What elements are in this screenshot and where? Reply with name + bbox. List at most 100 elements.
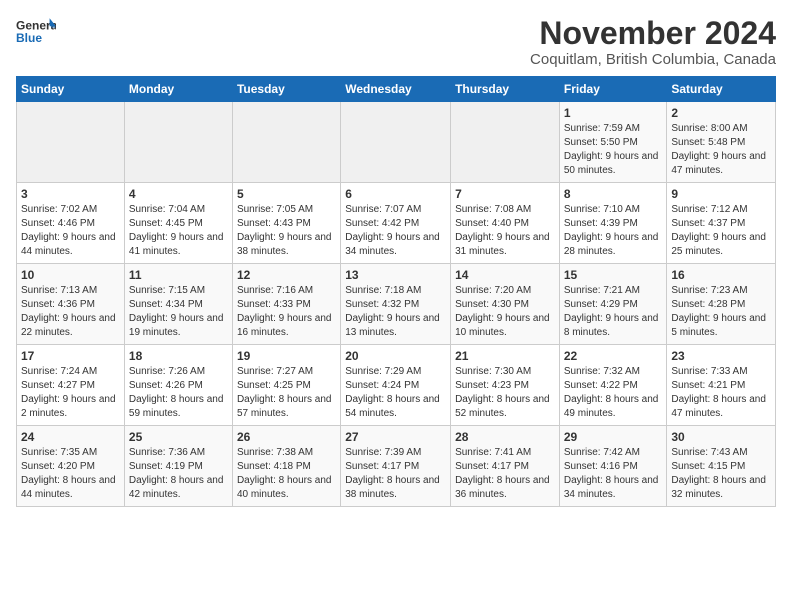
calendar-cell: 26Sunrise: 7:38 AM Sunset: 4:18 PM Dayli… [232, 426, 340, 507]
day-number: 9 [671, 187, 771, 201]
calendar-day-header: Monday [124, 77, 232, 102]
calendar-table: SundayMondayTuesdayWednesdayThursdayFrid… [16, 76, 776, 507]
day-info: Sunrise: 7:32 AM Sunset: 4:22 PM Dayligh… [564, 365, 663, 421]
calendar-cell [124, 102, 232, 183]
day-info: Sunrise: 7:27 AM Sunset: 4:25 PM Dayligh… [237, 365, 336, 421]
day-info: Sunrise: 7:41 AM Sunset: 4:17 PM Dayligh… [455, 446, 555, 502]
day-number: 11 [129, 268, 228, 282]
calendar-cell [341, 102, 451, 183]
calendar-cell: 14 Sunrise: 7:20 AM Sunset: 4:30 PM Dayli… [451, 264, 560, 345]
day-info: Sunrise: 7:13 AM Sunset: 4:36 PM Dayligh… [21, 284, 120, 340]
day-info: Sunrise: 7:16 AM Sunset: 4:33 PM Dayligh… [237, 284, 336, 340]
day-number: 24 [21, 430, 120, 444]
calendar-week-row: 24 Sunrise: 7:35 AM Sunset: 4:20 PM Dayli… [17, 426, 776, 507]
page-header: General Blue November 2024 Coquitlam, Br… [16, 16, 776, 68]
day-number: 28 [455, 430, 555, 444]
day-info: Sunrise: 7:43 AM Sunset: 4:15 PM Dayligh… [671, 446, 771, 502]
calendar-cell: 19 Sunrise: 7:27 AM Sunset: 4:25 PM Dayli… [232, 345, 340, 426]
calendar-cell: 4 Sunrise: 7:04 AM Sunset: 4:45 PM Daylig… [124, 183, 232, 264]
month-year-title: November 2024 [530, 16, 776, 51]
day-number: 3 [21, 187, 120, 201]
calendar-cell [17, 102, 125, 183]
calendar-cell: 1Sunrise: 7:59 AM Sunset: 5:50 PM Daylig… [559, 102, 667, 183]
day-number: 22 [564, 349, 663, 363]
day-info: Sunrise: 7:21 AM Sunset: 4:29 PM Dayligh… [564, 284, 663, 340]
calendar-cell: 30Sunrise: 7:43 AM Sunset: 4:15 PM Dayli… [667, 426, 776, 507]
day-info: Sunrise: 7:33 AM Sunset: 4:21 PM Dayligh… [671, 365, 771, 421]
calendar-cell: 13 Sunrise: 7:18 AM Sunset: 4:32 PM Dayli… [341, 264, 451, 345]
day-info: Sunrise: 7:26 AM Sunset: 4:26 PM Dayligh… [129, 365, 228, 421]
calendar-cell: 16Sunrise: 7:23 AM Sunset: 4:28 PM Dayli… [667, 264, 776, 345]
calendar-cell: 29 Sunrise: 7:42 AM Sunset: 4:16 PM Dayli… [559, 426, 667, 507]
day-number: 13 [345, 268, 446, 282]
calendar-cell: 20Sunrise: 7:29 AM Sunset: 4:24 PM Dayli… [341, 345, 451, 426]
day-info: Sunrise: 7:39 AM Sunset: 4:17 PM Dayligh… [345, 446, 446, 502]
day-info: Sunrise: 7:12 AM Sunset: 4:37 PM Dayligh… [671, 203, 771, 259]
day-info: Sunrise: 7:02 AM Sunset: 4:46 PM Dayligh… [21, 203, 120, 259]
calendar-day-header: Saturday [667, 77, 776, 102]
calendar-cell: 12 Sunrise: 7:16 AM Sunset: 4:33 PM Dayli… [232, 264, 340, 345]
calendar-header-row: SundayMondayTuesdayWednesdayThursdayFrid… [17, 77, 776, 102]
day-number: 21 [455, 349, 555, 363]
day-number: 5 [237, 187, 336, 201]
day-info: Sunrise: 7:36 AM Sunset: 4:19 PM Dayligh… [129, 446, 228, 502]
calendar-cell: 27 Sunrise: 7:39 AM Sunset: 4:17 PM Dayli… [341, 426, 451, 507]
location-subtitle: Coquitlam, British Columbia, Canada [530, 51, 776, 68]
calendar-cell: 23Sunrise: 7:33 AM Sunset: 4:21 PM Dayli… [667, 345, 776, 426]
day-number: 4 [129, 187, 228, 201]
day-info: Sunrise: 7:59 AM Sunset: 5:50 PM Dayligh… [564, 122, 663, 178]
day-number: 7 [455, 187, 555, 201]
calendar-cell: 5Sunrise: 7:05 AM Sunset: 4:43 PM Daylig… [232, 183, 340, 264]
calendar-cell [232, 102, 340, 183]
day-info: Sunrise: 7:10 AM Sunset: 4:39 PM Dayligh… [564, 203, 663, 259]
calendar-cell: 10Sunrise: 7:13 AM Sunset: 4:36 PM Dayli… [17, 264, 125, 345]
day-number: 8 [564, 187, 663, 201]
day-number: 19 [237, 349, 336, 363]
calendar-cell: 21 Sunrise: 7:30 AM Sunset: 4:23 PM Dayli… [451, 345, 560, 426]
day-info: Sunrise: 7:23 AM Sunset: 4:28 PM Dayligh… [671, 284, 771, 340]
day-info: Sunrise: 7:30 AM Sunset: 4:23 PM Dayligh… [455, 365, 555, 421]
day-info: Sunrise: 7:15 AM Sunset: 4:34 PM Dayligh… [129, 284, 228, 340]
calendar-cell: 24 Sunrise: 7:35 AM Sunset: 4:20 PM Dayli… [17, 426, 125, 507]
day-number: 2 [671, 106, 771, 120]
calendar-week-row: 17 Sunrise: 7:24 AM Sunset: 4:27 PM Dayli… [17, 345, 776, 426]
day-info: Sunrise: 7:35 AM Sunset: 4:20 PM Dayligh… [21, 446, 120, 502]
calendar-week-row: 10Sunrise: 7:13 AM Sunset: 4:36 PM Dayli… [17, 264, 776, 345]
calendar-cell: 11 Sunrise: 7:15 AM Sunset: 4:34 PM Dayli… [124, 264, 232, 345]
day-info: Sunrise: 7:18 AM Sunset: 4:32 PM Dayligh… [345, 284, 446, 340]
calendar-cell: 28 Sunrise: 7:41 AM Sunset: 4:17 PM Dayli… [451, 426, 560, 507]
calendar-week-row: 1Sunrise: 7:59 AM Sunset: 5:50 PM Daylig… [17, 102, 776, 183]
calendar-cell: 15 Sunrise: 7:21 AM Sunset: 4:29 PM Dayli… [559, 264, 667, 345]
day-number: 6 [345, 187, 446, 201]
calendar-cell: 18 Sunrise: 7:26 AM Sunset: 4:26 PM Dayli… [124, 345, 232, 426]
day-number: 27 [345, 430, 446, 444]
logo: General Blue [16, 16, 56, 46]
day-info: Sunrise: 7:38 AM Sunset: 4:18 PM Dayligh… [237, 446, 336, 502]
day-number: 12 [237, 268, 336, 282]
day-info: Sunrise: 7:20 AM Sunset: 4:30 PM Dayligh… [455, 284, 555, 340]
day-number: 17 [21, 349, 120, 363]
day-info: Sunrise: 7:07 AM Sunset: 4:42 PM Dayligh… [345, 203, 446, 259]
day-number: 20 [345, 349, 446, 363]
day-number: 14 [455, 268, 555, 282]
calendar-cell: 6 Sunrise: 7:07 AM Sunset: 4:42 PM Daylig… [341, 183, 451, 264]
calendar-day-header: Friday [559, 77, 667, 102]
day-info: Sunrise: 7:04 AM Sunset: 4:45 PM Dayligh… [129, 203, 228, 259]
day-info: Sunrise: 7:08 AM Sunset: 4:40 PM Dayligh… [455, 203, 555, 259]
calendar-cell: 7 Sunrise: 7:08 AM Sunset: 4:40 PM Daylig… [451, 183, 560, 264]
calendar-cell: 2Sunrise: 8:00 AM Sunset: 5:48 PM Daylig… [667, 102, 776, 183]
calendar-week-row: 3 Sunrise: 7:02 AM Sunset: 4:46 PM Daylig… [17, 183, 776, 264]
calendar-day-header: Sunday [17, 77, 125, 102]
day-info: Sunrise: 7:42 AM Sunset: 4:16 PM Dayligh… [564, 446, 663, 502]
calendar-cell: 3 Sunrise: 7:02 AM Sunset: 4:46 PM Daylig… [17, 183, 125, 264]
calendar-cell: 22 Sunrise: 7:32 AM Sunset: 4:22 PM Dayli… [559, 345, 667, 426]
calendar-day-header: Wednesday [341, 77, 451, 102]
svg-text:Blue: Blue [16, 31, 42, 45]
day-info: Sunrise: 7:24 AM Sunset: 4:27 PM Dayligh… [21, 365, 120, 421]
calendar-cell [451, 102, 560, 183]
day-number: 15 [564, 268, 663, 282]
logo-icon: General Blue [16, 16, 56, 46]
calendar-cell: 8 Sunrise: 7:10 AM Sunset: 4:39 PM Daylig… [559, 183, 667, 264]
day-number: 29 [564, 430, 663, 444]
day-number: 18 [129, 349, 228, 363]
